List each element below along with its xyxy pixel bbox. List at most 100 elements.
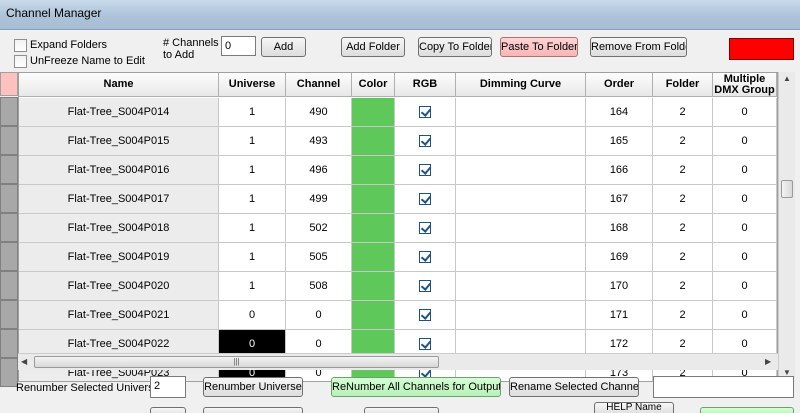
renumber-all-channels-button[interactable]: ReNumber All Channels for Output <box>331 377 501 397</box>
copy-to-folder-button[interactable]: Copy To Folder <box>418 37 492 57</box>
universe-cell[interactable]: 1 <box>219 98 286 127</box>
multiple-dmx-group-cell[interactable]: 0 <box>713 185 777 214</box>
universe-cell[interactable]: 0 <box>219 301 286 330</box>
column-header-name[interactable]: Name <box>19 73 219 97</box>
rgb-cell[interactable] <box>395 127 456 156</box>
folder-cell[interactable]: 2 <box>653 127 713 156</box>
channel-cell[interactable]: 0 <box>286 301 352 330</box>
help-name-button[interactable]: HELP Name <box>594 402 674 413</box>
rename-selected-channels-button[interactable]: Rename Selected Channels <box>509 377 639 397</box>
dimming-curve-cell[interactable] <box>456 127 586 156</box>
order-cell[interactable]: 170 <box>586 272 653 301</box>
column-header-order[interactable]: Order <box>586 73 653 97</box>
folder-cell[interactable]: 2 <box>653 214 713 243</box>
unfreeze-name-checkbox-row[interactable]: UnFreeze Name to Edit <box>14 54 145 68</box>
order-cell[interactable]: 167 <box>586 185 653 214</box>
color-cell[interactable] <box>352 243 395 272</box>
channel-cell[interactable]: 508 <box>286 272 352 301</box>
channel-cell[interactable]: 502 <box>286 214 352 243</box>
vertical-scroll-thumb[interactable] <box>781 180 793 198</box>
order-cell[interactable]: 171 <box>586 301 653 330</box>
rgb-cell[interactable] <box>395 98 456 127</box>
color-cell[interactable] <box>352 214 395 243</box>
color-cell[interactable] <box>352 272 395 301</box>
column-header-channel[interactable]: Channel <box>286 73 352 97</box>
row-selector[interactable] <box>0 97 18 126</box>
universe-cell[interactable]: 1 <box>219 156 286 185</box>
row-selector[interactable] <box>0 329 18 358</box>
universe-cell[interactable]: 1 <box>219 127 286 156</box>
channel-cell[interactable]: 505 <box>286 243 352 272</box>
multiple-dmx-group-cell[interactable]: 0 <box>713 243 777 272</box>
dimming-curve-cell[interactable] <box>456 185 586 214</box>
multiple-dmx-group-cell[interactable]: 0 <box>713 301 777 330</box>
expand-folders-checkbox[interactable] <box>14 38 27 52</box>
dimming-curve-cell[interactable] <box>456 156 586 185</box>
paste-to-folder-button[interactable]: Paste To Folder <box>500 37 578 57</box>
dimming-curve-cell[interactable] <box>456 214 586 243</box>
multiple-dmx-group-cell[interactable]: 0 <box>713 214 777 243</box>
folder-cell[interactable]: 2 <box>653 185 713 214</box>
name-cell[interactable]: Flat-Tree_S004P021 <box>19 301 219 330</box>
channel-cell[interactable]: 499 <box>286 185 352 214</box>
universe-cell[interactable]: 1 <box>219 243 286 272</box>
name-cell[interactable]: Flat-Tree_S004P014 <box>19 98 219 127</box>
column-header-color[interactable]: Color <box>352 73 395 97</box>
multiple-dmx-group-cell[interactable]: 0 <box>713 156 777 185</box>
rename-input[interactable] <box>653 376 794 398</box>
name-cell[interactable]: Flat-Tree_S004P018 <box>19 214 219 243</box>
row-selector[interactable] <box>0 155 18 184</box>
rgb-cell[interactable] <box>395 243 456 272</box>
order-cell[interactable]: 166 <box>586 156 653 185</box>
universe-cell[interactable]: 1 <box>219 185 286 214</box>
column-header-multiple-dmx-group[interactable]: Multiple DMX Group <box>713 73 777 97</box>
color-cell[interactable] <box>352 156 395 185</box>
add-button[interactable]: Add <box>261 37 306 57</box>
row-selector[interactable] <box>0 300 18 329</box>
rgb-cell[interactable] <box>395 185 456 214</box>
dimming-curve-cell[interactable] <box>456 301 586 330</box>
rgb-cell[interactable] <box>395 272 456 301</box>
rgb-checkbox[interactable] <box>419 338 431 350</box>
rgb-checkbox[interactable] <box>419 222 431 234</box>
rgb-cell[interactable] <box>395 156 456 185</box>
multiple-dmx-group-cell[interactable]: 0 <box>713 127 777 156</box>
dimming-curve-cell[interactable] <box>456 272 586 301</box>
column-header-dimming-curve[interactable]: Dimming Curve <box>456 73 586 97</box>
color-cell[interactable] <box>352 301 395 330</box>
scroll-up-icon[interactable]: ▲ <box>783 74 791 83</box>
expand-folders-checkbox-row[interactable]: Expand Folders <box>14 38 107 52</box>
rgb-checkbox[interactable] <box>419 135 431 147</box>
folder-cell[interactable]: 2 <box>653 272 713 301</box>
name-cell[interactable]: Flat-Tree_S004P015 <box>19 127 219 156</box>
rgb-cell[interactable] <box>395 301 456 330</box>
order-cell[interactable]: 165 <box>586 127 653 156</box>
unfreeze-name-checkbox[interactable] <box>14 54 27 68</box>
lower-field-partial[interactable] <box>150 407 186 413</box>
rgb-checkbox[interactable] <box>419 251 431 263</box>
add-folder-button[interactable]: Add Folder <box>341 37 405 57</box>
row-selector[interactable] <box>0 126 18 155</box>
universe-cell[interactable]: 1 <box>219 214 286 243</box>
row-selector[interactable] <box>0 184 18 213</box>
scroll-right-icon[interactable]: ▶ <box>765 357 771 366</box>
channel-cell[interactable]: 493 <box>286 127 352 156</box>
column-header-rgb[interactable]: RGB <box>395 73 456 97</box>
rgb-checkbox[interactable] <box>419 106 431 118</box>
folder-cell[interactable]: 2 <box>653 243 713 272</box>
name-cell[interactable]: Flat-Tree_S004P019 <box>19 243 219 272</box>
dimming-curve-cell[interactable] <box>456 243 586 272</box>
renumber-universe-input[interactable]: 2 <box>150 376 186 398</box>
folder-cell[interactable]: 2 <box>653 156 713 185</box>
name-cell[interactable]: Flat-Tree_S004P016 <box>19 156 219 185</box>
remove-from-folder-button[interactable]: Remove From Folder <box>590 37 687 57</box>
column-header-universe[interactable]: Universe <box>219 73 286 97</box>
lower-button-partial-2[interactable] <box>364 407 439 413</box>
name-cell[interactable]: Flat-Tree_S004P017 <box>19 185 219 214</box>
multiple-dmx-group-cell[interactable]: 0 <box>713 272 777 301</box>
vertical-scrollbar[interactable]: ▲ ▼ <box>778 72 795 382</box>
rgb-checkbox[interactable] <box>419 309 431 321</box>
order-cell[interactable]: 168 <box>586 214 653 243</box>
color-cell[interactable] <box>352 127 395 156</box>
lower-button-partial-1[interactable] <box>203 407 303 413</box>
